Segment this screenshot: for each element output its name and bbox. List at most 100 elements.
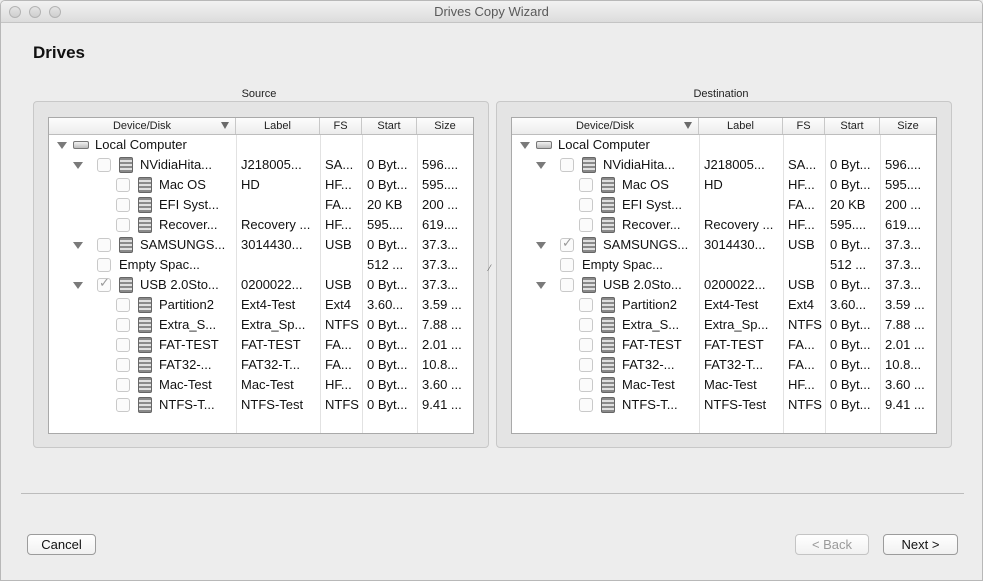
cell-start: 0 Byt... bbox=[830, 317, 871, 332]
cell-size: 7.88 ... bbox=[422, 317, 462, 332]
table-row[interactable]: Partition2 Ext4-Test Ext4 3.60... 3.59 ... bbox=[512, 295, 936, 315]
drive-checkbox[interactable] bbox=[116, 378, 130, 392]
column-header-label-col[interactable]: Label bbox=[699, 118, 783, 134]
table-row[interactable]: NTFS-T... NTFS-Test NTFS 0 Byt... 9.41 ... bbox=[512, 395, 936, 415]
cell-start: 0 Byt... bbox=[830, 337, 871, 352]
cell-label: Ext4-Test bbox=[241, 297, 296, 312]
cell-label bbox=[236, 255, 320, 275]
drive-checkbox[interactable] bbox=[116, 298, 130, 312]
drive-checkbox[interactable] bbox=[116, 338, 130, 352]
cell-start: 0 Byt... bbox=[830, 237, 871, 252]
table-row[interactable]: FAT-TEST FAT-TEST FA... 0 Byt... 2.01 ... bbox=[512, 335, 936, 355]
table-row[interactable]: NTFS-T... NTFS-Test NTFS 0 Byt... 9.41 ... bbox=[49, 395, 473, 415]
cell-start: 3.60... bbox=[367, 297, 404, 312]
drive-checkbox[interactable] bbox=[579, 398, 593, 412]
drive-checkbox[interactable] bbox=[560, 278, 574, 292]
table-row[interactable]: USB 2.0Sto... 0200022... USB 0 Byt... 37.3..… bbox=[512, 275, 936, 295]
drive-checkbox[interactable] bbox=[97, 158, 111, 172]
column-header-device-disk[interactable]: Device/Disk bbox=[49, 118, 236, 134]
back-button[interactable]: < Back bbox=[795, 534, 869, 555]
table-row[interactable]: Recover... Recovery ... HF... 595.... 619...… bbox=[512, 215, 936, 235]
hard-disk-icon bbox=[601, 297, 615, 313]
drive-checkbox[interactable] bbox=[579, 378, 593, 392]
disclosure-triangle-icon[interactable] bbox=[536, 162, 546, 169]
table-row[interactable]: Mac-Test Mac-Test HF... 0 Byt... 3.60 ... bbox=[512, 375, 936, 395]
cell-label: Ext4-Test bbox=[704, 297, 759, 312]
cell-label: 0200022... bbox=[241, 277, 303, 292]
destination-table-header: Device/Disk Label FS Start Size bbox=[512, 118, 936, 135]
table-row[interactable]: FAT32-... FAT32-T... FA... 0 Byt... 10.8... bbox=[49, 355, 473, 375]
drive-checkbox[interactable] bbox=[560, 236, 574, 252]
table-row[interactable]: Mac OS HD HF... 0 Byt... 595.... bbox=[512, 175, 936, 195]
table-row[interactable]: Extra_S... Extra_Sp... NTFS 0 Byt... 7.88 ..… bbox=[512, 315, 936, 335]
drive-checkbox[interactable] bbox=[579, 178, 593, 192]
drive-checkbox[interactable] bbox=[579, 218, 593, 232]
drive-checkbox[interactable] bbox=[579, 318, 593, 332]
drive-checkbox[interactable] bbox=[97, 276, 111, 292]
column-header-start[interactable]: Start bbox=[825, 118, 880, 134]
column-header-start[interactable]: Start bbox=[362, 118, 417, 134]
table-row[interactable]: Empty Spac... 512 ... 37.3... bbox=[512, 255, 936, 275]
drive-checkbox[interactable] bbox=[560, 258, 574, 272]
table-row[interactable]: NVidiaHita... J218005... SA... 0 Byt... 596.… bbox=[49, 155, 473, 175]
disclosure-triangle-icon[interactable] bbox=[536, 282, 546, 289]
cell-start: 0 Byt... bbox=[830, 397, 871, 412]
table-row[interactable]: SAMSUNGS... 3014430... USB 0 Byt... 37.3... bbox=[512, 235, 936, 255]
column-header-size[interactable]: Size bbox=[417, 118, 473, 134]
destination-drives-table: Device/Disk Label FS Start Size Local Co… bbox=[511, 117, 937, 434]
drive-checkbox[interactable] bbox=[560, 158, 574, 172]
cell-start: 0 Byt... bbox=[367, 317, 408, 332]
drive-checkbox[interactable] bbox=[116, 198, 130, 212]
column-header-label-col[interactable]: Label bbox=[236, 118, 320, 134]
column-header-fs[interactable]: FS bbox=[320, 118, 362, 134]
cell-size: 37.3... bbox=[885, 277, 922, 292]
table-row[interactable]: NVidiaHita... J218005... SA... 0 Byt... 596.… bbox=[512, 155, 936, 175]
cell-fs: USB bbox=[788, 277, 815, 292]
drive-checkbox[interactable] bbox=[116, 218, 130, 232]
table-row[interactable]: Local Computer bbox=[512, 135, 936, 155]
cancel-button[interactable]: Cancel bbox=[27, 534, 96, 555]
drive-checkbox[interactable] bbox=[116, 318, 130, 332]
drive-checkbox[interactable] bbox=[116, 358, 130, 372]
drive-checkbox[interactable] bbox=[579, 298, 593, 312]
table-row[interactable]: FAT32-... FAT32-T... FA... 0 Byt... 10.8... bbox=[512, 355, 936, 375]
table-row[interactable]: Mac OS HD HF... 0 Byt... 595.... bbox=[49, 175, 473, 195]
table-row[interactable]: EFI Syst... FA... 20 KB 200 ... bbox=[49, 195, 473, 215]
table-row[interactable]: Local Computer bbox=[49, 135, 473, 155]
disclosure-triangle-icon[interactable] bbox=[57, 142, 67, 149]
table-row[interactable]: Partition2 Ext4-Test Ext4 3.60... 3.59 ... bbox=[49, 295, 473, 315]
drive-checkbox[interactable] bbox=[116, 398, 130, 412]
disclosure-triangle-icon[interactable] bbox=[73, 242, 83, 249]
cell-start: 0 Byt... bbox=[367, 397, 408, 412]
cell-fs: FA... bbox=[325, 197, 352, 212]
disclosure-triangle-icon[interactable] bbox=[73, 162, 83, 169]
table-row[interactable]: Empty Spac... 512 ... 37.3... bbox=[49, 255, 473, 275]
cell-size: 37.3... bbox=[885, 257, 922, 272]
table-row[interactable]: EFI Syst... FA... 20 KB 200 ... bbox=[512, 195, 936, 215]
splitter-handle[interactable]: ⁄ bbox=[489, 263, 493, 273]
drive-checkbox[interactable] bbox=[97, 238, 111, 252]
cell-label: FAT-TEST bbox=[704, 337, 764, 352]
column-header-size[interactable]: Size bbox=[880, 118, 936, 134]
column-header-fs[interactable]: FS bbox=[783, 118, 825, 134]
drive-checkbox[interactable] bbox=[116, 178, 130, 192]
column-header-device-disk[interactable]: Device/Disk bbox=[512, 118, 699, 134]
drive-checkbox[interactable] bbox=[579, 358, 593, 372]
device-name: USB 2.0Sto... bbox=[603, 277, 682, 292]
drive-checkbox[interactable] bbox=[579, 338, 593, 352]
table-row[interactable]: USB 2.0Sto... 0200022... USB 0 Byt... 37.3..… bbox=[49, 275, 473, 295]
next-button[interactable]: Next > bbox=[883, 534, 958, 555]
drive-checkbox[interactable] bbox=[97, 258, 111, 272]
table-row[interactable]: Extra_S... Extra_Sp... NTFS 0 Byt... 7.88 ..… bbox=[49, 315, 473, 335]
disclosure-triangle-icon[interactable] bbox=[536, 242, 546, 249]
disclosure-triangle-icon[interactable] bbox=[73, 282, 83, 289]
drive-checkbox[interactable] bbox=[579, 198, 593, 212]
disclosure-triangle-icon[interactable] bbox=[520, 142, 530, 149]
device-name: Empty Spac... bbox=[582, 257, 663, 272]
table-row[interactable]: Mac-Test Mac-Test HF... 0 Byt... 3.60 ... bbox=[49, 375, 473, 395]
cell-label bbox=[699, 195, 783, 215]
table-row[interactable]: SAMSUNGS... 3014430... USB 0 Byt... 37.3... bbox=[49, 235, 473, 255]
column-header-label: Device/Disk bbox=[112, 120, 172, 132]
table-row[interactable]: FAT-TEST FAT-TEST FA... 0 Byt... 2.01 ... bbox=[49, 335, 473, 355]
table-row[interactable]: Recover... Recovery ... HF... 595.... 619...… bbox=[49, 215, 473, 235]
